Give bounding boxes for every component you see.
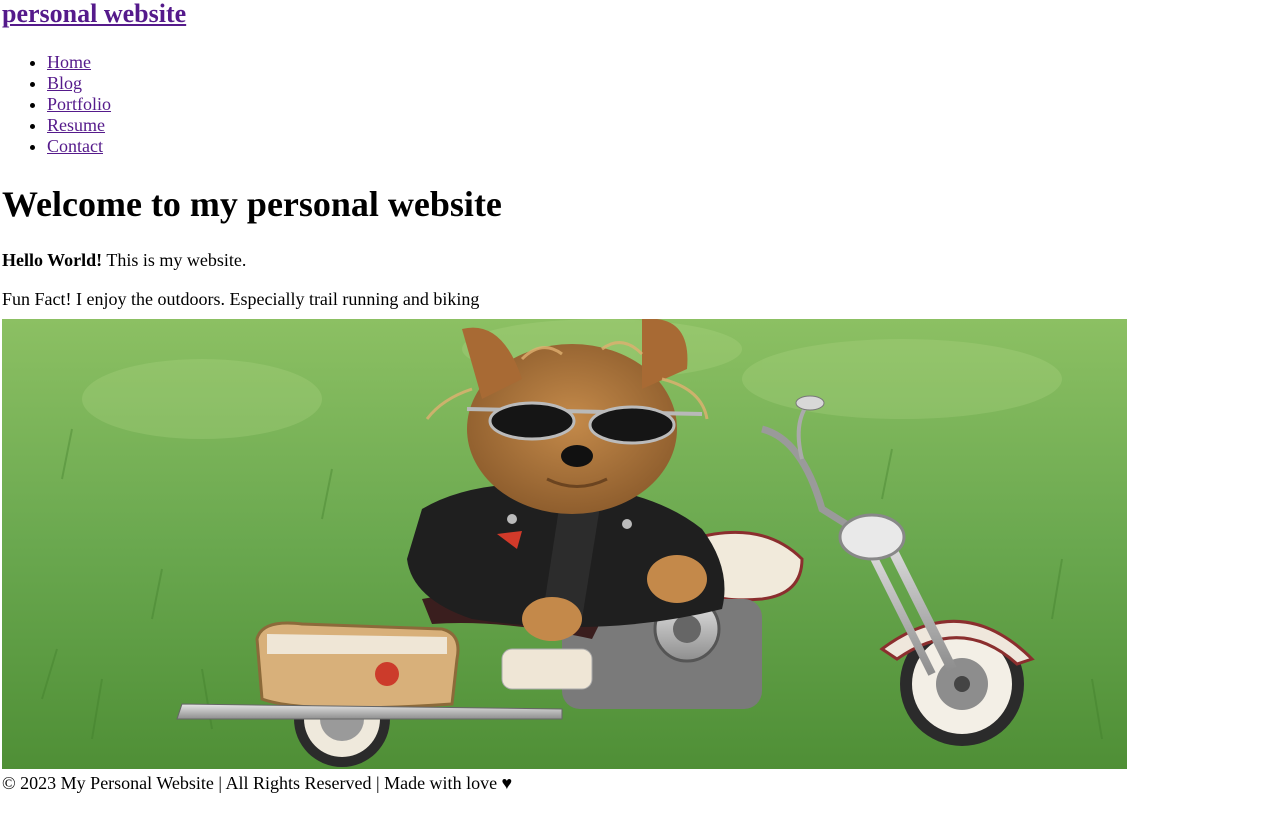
dog-on-motorcycle-photo [2,319,1127,769]
nav-link-portfolio[interactable]: Portfolio [47,94,111,114]
nav-link-resume[interactable]: Resume [47,115,105,135]
nav-item-resume: Resume [47,115,1275,136]
nav-link-blog[interactable]: Blog [47,73,82,93]
site-title-link[interactable]: personal website [2,0,186,28]
nav-link-contact[interactable]: Contact [47,136,103,156]
intro-paragraph: Hello World! This is my website. [2,250,1275,271]
nav-item-home: Home [47,52,1275,73]
intro-text: This is my website. [102,250,247,270]
fun-fact-paragraph: Fun Fact! I enjoy the outdoors. Especial… [2,289,480,309]
page-heading: Welcome to my personal website [2,184,502,224]
nav-link-home[interactable]: Home [47,52,91,72]
site-title: personal website [2,0,1275,28]
nav-item-portfolio: Portfolio [47,94,1275,115]
main-nav: Home Blog Portfolio Resume Contact [2,52,1275,157]
footer: © 2023 My Personal Website | All Rights … [2,773,513,793]
page: personal website Home Blog Portfolio Res… [0,0,1277,794]
nav-item-blog: Blog [47,73,1275,94]
nav-item-contact: Contact [47,136,1275,157]
intro-bold: Hello World! [2,250,103,270]
